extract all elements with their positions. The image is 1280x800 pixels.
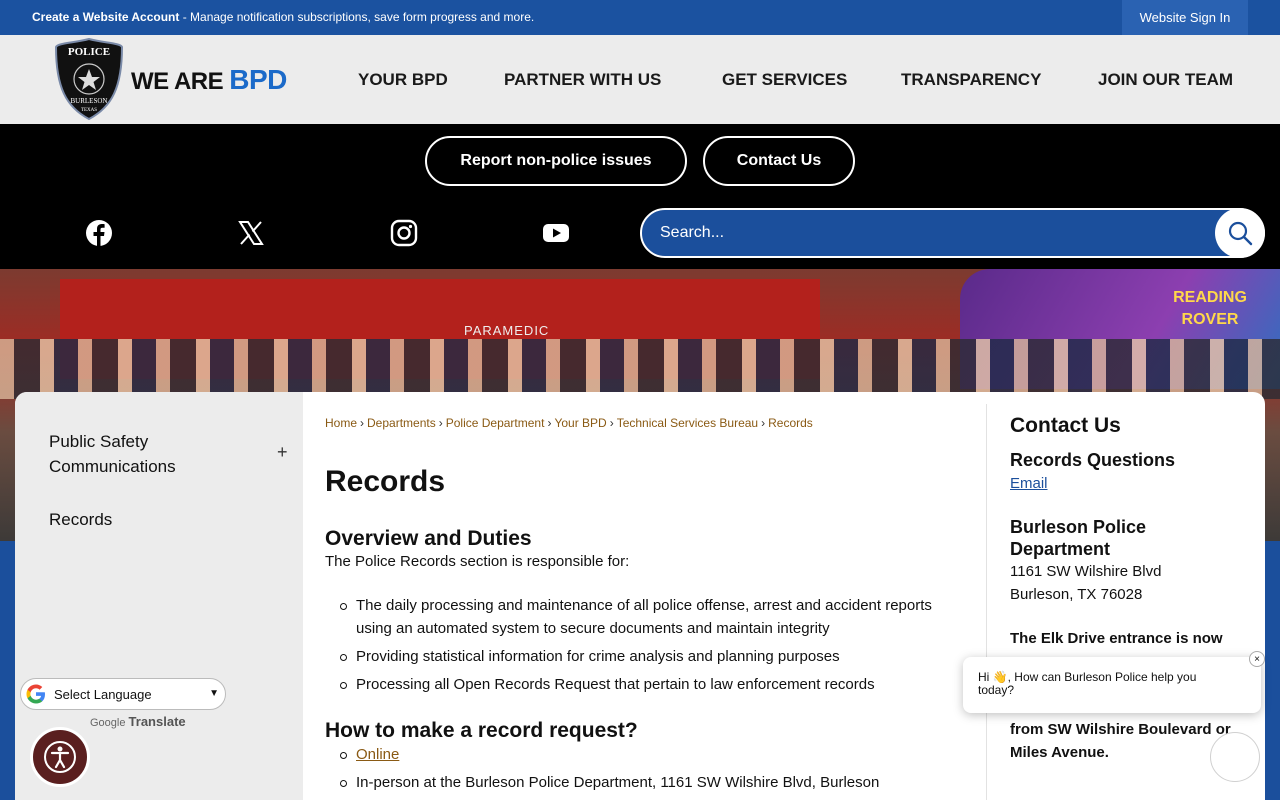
search-input[interactable] — [660, 220, 1200, 246]
nav-get-services[interactable]: GET SERVICES — [722, 35, 847, 124]
breadcrumb: Home › Departments › Police Department › Your … — [325, 416, 813, 430]
overview-intro: The Police Records section is responsibl… — [325, 553, 630, 570]
breadcrumb-technical-services-bureau[interactable]: Technical Services Bureau — [617, 416, 758, 430]
chat-message: Hi 👋, How can Burleson Police help you t… — [978, 670, 1197, 697]
list-item: The daily processing and maintenance of … — [340, 594, 956, 640]
list-item: Providing statistical information for cr… — [340, 645, 956, 668]
chat-launcher-button[interactable] — [1210, 732, 1260, 782]
svg-text:TEXAS: TEXAS — [81, 108, 97, 113]
brand-wordmark[interactable]: WE ARE BPD — [131, 64, 287, 96]
utility-bar: Create a Website Account - Manage notifi… — [0, 0, 1280, 35]
page-title: Records — [325, 465, 446, 498]
contact-us-button[interactable]: Contact Us — [703, 136, 855, 186]
search-bar — [640, 208, 1265, 258]
website-sign-in-button[interactable]: Website Sign In — [1122, 0, 1248, 35]
svg-text:POLICE: POLICE — [68, 46, 110, 58]
address-line-2: Burleson, TX 76028 — [1010, 586, 1143, 603]
address-line-1: 1161 SW Wilshire Blvd — [1010, 563, 1162, 580]
breadcrumb-your-bpd[interactable]: Your BPD — [554, 416, 606, 430]
nav-join-our-team[interactable]: JOIN OUR TEAM — [1098, 35, 1233, 124]
create-account-link[interactable]: Create a Website Account — [32, 10, 179, 24]
list-item: Online — [340, 743, 956, 766]
main-content: Home › Departments › Police Department › Your … — [325, 392, 985, 800]
content-card: Public Safety Communications + Records H… — [15, 392, 1265, 800]
sidenav-item-public-safety-communications[interactable]: Public Safety Communications — [49, 429, 249, 479]
duties-list: The daily processing and maintenance of … — [340, 594, 956, 696]
accessibility-icon — [44, 741, 76, 773]
chevron-down-icon: ▼ — [209, 688, 219, 699]
overview-heading: Overview and Duties — [325, 527, 532, 550]
search-button[interactable] — [1215, 208, 1265, 258]
request-options-list: Online In-person at the Burleson Police … — [340, 743, 956, 794]
expand-toggle[interactable]: + — [277, 442, 288, 463]
contact-heading: Contact Us — [1010, 414, 1121, 437]
nav-partner-with-us[interactable]: PARTNER WITH US — [504, 35, 661, 124]
search-icon — [1228, 221, 1253, 246]
brand-we-are: WE ARE — [131, 68, 230, 95]
notice-text-start: The Elk Drive entrance is now — [1010, 630, 1223, 647]
breadcrumb-current-records: Records — [768, 416, 813, 430]
facebook-icon[interactable] — [85, 219, 113, 247]
accessibility-button[interactable] — [30, 727, 90, 787]
email-link[interactable]: Email — [1010, 475, 1048, 492]
create-account-message: Create a Website Account - Manage notifi… — [32, 10, 534, 24]
google-g-icon — [26, 684, 45, 704]
records-questions-heading: Records Questions — [1010, 450, 1176, 470]
chat-close-button[interactable]: × — [1249, 651, 1265, 667]
online-request-link[interactable]: Online — [356, 746, 399, 763]
powered-by-google: Google — [90, 717, 126, 729]
column-divider — [986, 404, 987, 800]
crowd-graphic — [0, 339, 1280, 399]
nav-your-bpd[interactable]: YOUR BPD — [358, 35, 448, 124]
notice-text-end-1: from SW Wilshire Boulevard or — [1010, 721, 1231, 738]
language-select[interactable]: Select Language ▼ — [20, 678, 226, 710]
powered-by-google-translate: Google Translate — [90, 714, 186, 729]
svg-text:BURLESON: BURLESON — [71, 97, 108, 105]
breadcrumb-home[interactable]: Home — [325, 416, 357, 430]
department-name: Burleson Police Department — [1010, 517, 1147, 559]
x-icon[interactable] — [237, 219, 265, 247]
report-non-police-issues-button[interactable]: Report non-police issues — [425, 136, 687, 186]
translate-word: Translate — [128, 714, 186, 729]
action-bar: Report non-police issues Contact Us — [0, 124, 1280, 269]
sidenav-item-records[interactable]: Records — [49, 507, 112, 532]
chat-popup[interactable]: Hi 👋, How can Burleson Police help you t… — [963, 651, 1265, 713]
instagram-icon[interactable] — [390, 219, 418, 247]
brand-bpd: BPD — [229, 64, 287, 95]
notice-text-end-2: Miles Avenue. — [1010, 744, 1109, 761]
list-item: Processing all Open Records Request that… — [340, 673, 956, 696]
police-badge-logo[interactable]: POLICE BURLESON TEXAS — [54, 37, 124, 121]
list-item: In-person at the Burleson Police Departm… — [340, 771, 956, 794]
reading-rover-label: READING ROVER — [1173, 289, 1247, 328]
nav-transparency[interactable]: TRANSPARENCY — [901, 35, 1041, 124]
youtube-icon[interactable] — [542, 219, 570, 247]
paramedic-label: PARAMEDIC — [464, 323, 550, 338]
breadcrumb-police-department[interactable]: Police Department — [446, 416, 545, 430]
select-language-label: Select Language — [54, 686, 152, 702]
create-account-description: - Manage notification subscriptions, sav… — [179, 10, 535, 24]
request-heading: How to make a record request? — [325, 719, 638, 742]
breadcrumb-departments[interactable]: Departments — [367, 416, 436, 430]
site-header: POLICE BURLESON TEXAS WE ARE BPD YOUR BP… — [0, 35, 1280, 124]
